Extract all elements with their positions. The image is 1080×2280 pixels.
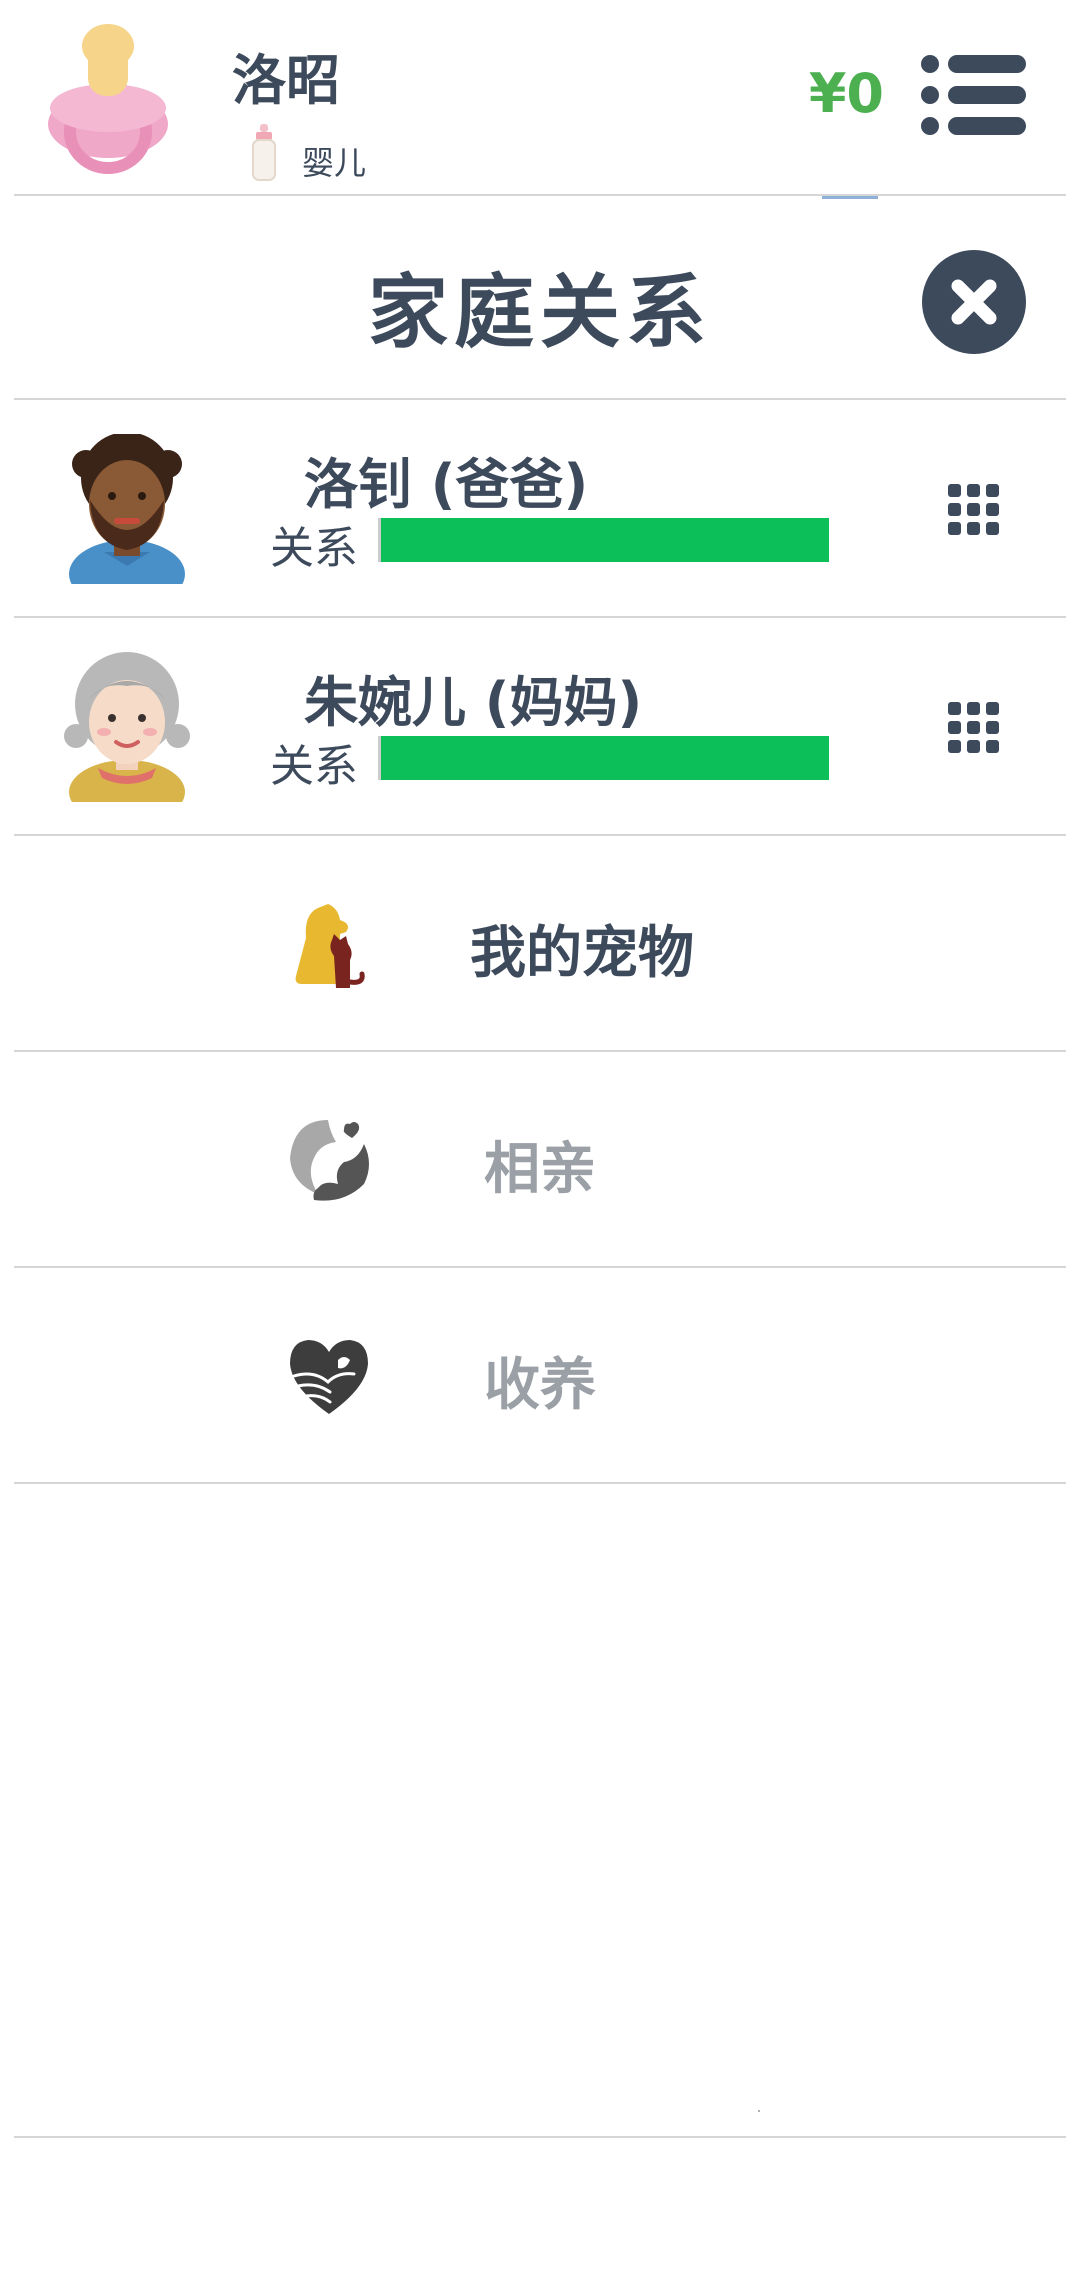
baby-bottle-icon — [252, 124, 276, 181]
mother-avatar-icon — [64, 652, 190, 802]
list-menu-icon[interactable] — [920, 54, 1026, 136]
family-member-row: 洛钊 (爸爸) 关系 — [14, 400, 1066, 614]
divider — [14, 2136, 1066, 2138]
divider — [14, 194, 1066, 196]
relation-bar — [378, 518, 829, 562]
my-pets-button[interactable]: 我的宠物 — [14, 836, 1066, 1050]
adopt-label: 收养 — [484, 1353, 596, 1418]
close-icon — [951, 279, 997, 325]
player-name: 洛昭 — [232, 49, 340, 112]
family-member-row: 朱婉儿 (妈妈) 关系 — [14, 618, 1066, 832]
money-balance: ¥0 — [808, 62, 884, 125]
relation-bar-fill — [381, 518, 829, 562]
grid-menu-icon[interactable] — [948, 702, 1000, 754]
life-stage: 婴儿 — [302, 144, 367, 182]
father-avatar-icon — [69, 434, 185, 584]
grid-menu-icon[interactable] — [948, 484, 1000, 536]
relation-bar — [378, 736, 829, 780]
header-indicator — [822, 196, 878, 199]
relation-label: 关系 — [270, 741, 358, 792]
relation-bar-fill — [381, 736, 829, 780]
relation-label: 关系 — [270, 523, 358, 574]
my-pets-label: 我的宠物 — [470, 921, 694, 986]
adopt-button[interactable]: 收养 — [14, 1268, 1066, 1482]
artifact-dot — [758, 2110, 760, 2112]
pacifier-icon[interactable] — [38, 14, 178, 174]
dialog-title: 家庭关系 — [368, 266, 712, 359]
divider — [14, 1482, 1066, 1484]
dating-button[interactable]: 相亲 — [14, 1052, 1066, 1266]
dating-label: 相亲 — [484, 1137, 596, 1202]
member-name: 洛钊 (爸爸) — [304, 453, 589, 516]
member-name: 朱婉儿 (妈妈) — [304, 671, 643, 734]
close-button[interactable] — [922, 250, 1026, 354]
